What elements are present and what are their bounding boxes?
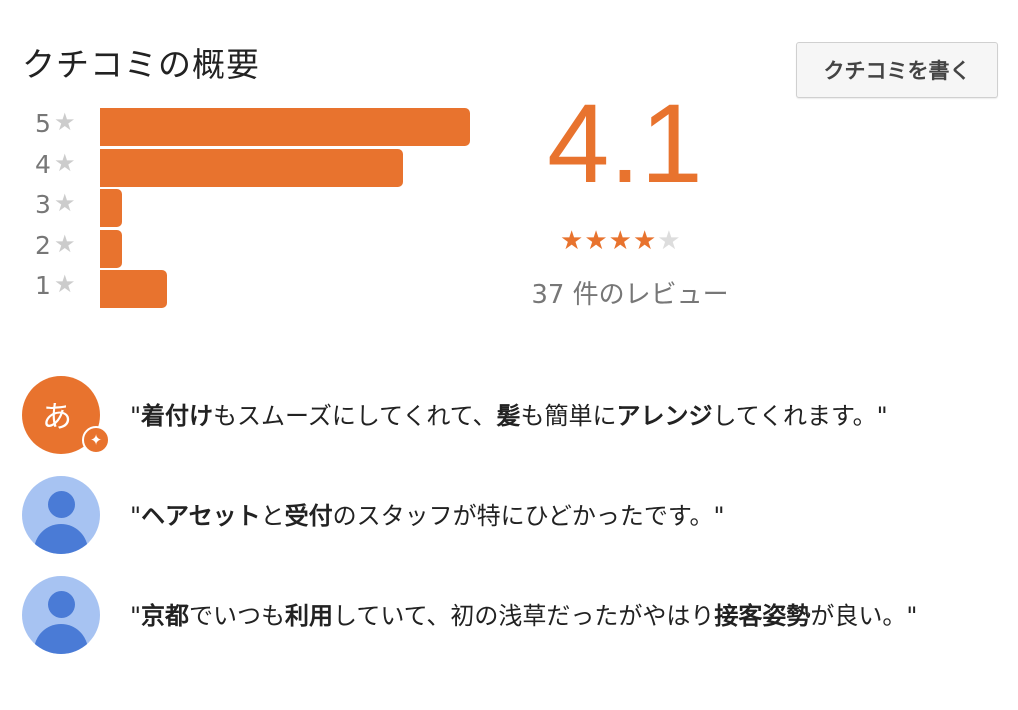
avatar-initial: あ (42, 400, 72, 435)
rating-row-1[interactable]: 1 ★ (0, 268, 480, 308)
quote-text: が良い。" (810, 602, 918, 630)
sparkle-icon: ✦ (82, 426, 110, 454)
rating-row-label: 1 (35, 271, 51, 300)
quote-keyword: ヘアセット (141, 502, 261, 530)
quote-keyword: 京都 (141, 602, 190, 630)
star-icon: ★ (54, 270, 76, 298)
average-stars: ★★★★★ (560, 226, 700, 256)
quote-text: でいつも (189, 602, 286, 630)
star-empty-icon: ★ (657, 226, 682, 256)
star-filled-icon: ★ (584, 226, 609, 256)
rating-row-label: 2 (35, 230, 51, 260)
rating-row-5[interactable]: 5 ★ (0, 106, 480, 146)
review-snippet[interactable]: "京都でいつも利用していて、初の浅草だったがやはり接客姿勢が良い。" (0, 576, 1018, 656)
review-quote: "京都でいつも利用していて、初の浅草だったがやはり接客姿勢が良い。" (130, 596, 917, 631)
quote-keyword: 着付け (141, 402, 214, 430)
star-filled-icon: ★ (632, 226, 658, 256)
quote-keyword: 利用 (285, 602, 334, 630)
avatar: あ ✦ (22, 376, 110, 454)
rating-bar (100, 189, 122, 227)
quote-text: も簡単に (520, 402, 617, 430)
quote-text: " (130, 502, 142, 530)
star-filled-icon: ★ (608, 226, 633, 256)
rating-row-4[interactable]: 4 ★ (0, 147, 480, 187)
star-icon: ★ (54, 189, 76, 217)
quote-text: もスムーズにしてくれて、 (213, 402, 497, 430)
default-profile-icon (22, 476, 100, 554)
review-quote: "ヘアセットと受付のスタッフが特にひどかったです。" (130, 496, 725, 531)
quote-text: と (260, 502, 285, 530)
quote-keyword: アレンジ (616, 402, 713, 430)
review-snippet[interactable]: "ヘアセットと受付のスタッフが特にひどかったです。" (0, 476, 1018, 556)
review-snippet[interactable]: あ ✦ "着付けもスムーズにしてくれて、髪も簡単にアレンジしてくれます。" (0, 376, 1018, 456)
star-filled-icon: ★ (560, 226, 585, 256)
rating-bar (100, 229, 122, 268)
quote-text: してくれます。" (712, 402, 888, 430)
review-count[interactable]: 37 件のレビュー (500, 274, 760, 311)
quote-text: のスタッフが特にひどかったです。" (332, 502, 725, 530)
rating-bar (100, 270, 167, 308)
rating-row-label: 4 (35, 149, 51, 179)
rating-row-label: 5 (35, 109, 51, 138)
star-icon: ★ (54, 108, 76, 136)
rating-bar (100, 108, 470, 146)
default-profile-icon (22, 576, 100, 654)
star-icon: ★ (54, 229, 76, 258)
rating-row-2[interactable]: 2 ★ (0, 228, 480, 268)
review-quote: "着付けもスムーズにしてくれて、髪も簡単にアレンジしてくれます。" (130, 396, 888, 431)
average-score: 4.1 (547, 81, 703, 206)
rating-row-label: 3 (35, 190, 51, 219)
page-title: クチコミの概要 (22, 45, 260, 84)
rating-row-3[interactable]: 3 ★ (0, 187, 480, 227)
quote-keyword: 髪 (496, 402, 521, 430)
rating-bar (100, 148, 403, 187)
quote-keyword: 接客姿勢 (714, 602, 811, 630)
star-icon: ★ (54, 148, 76, 177)
quote-keyword: 受付 (284, 502, 333, 530)
quote-text: " (130, 402, 142, 430)
quote-text: " (130, 602, 142, 630)
write-review-button[interactable]: クチコミを書く (796, 42, 998, 98)
quote-text: していて、初の浅草だったがやはり (333, 602, 715, 630)
